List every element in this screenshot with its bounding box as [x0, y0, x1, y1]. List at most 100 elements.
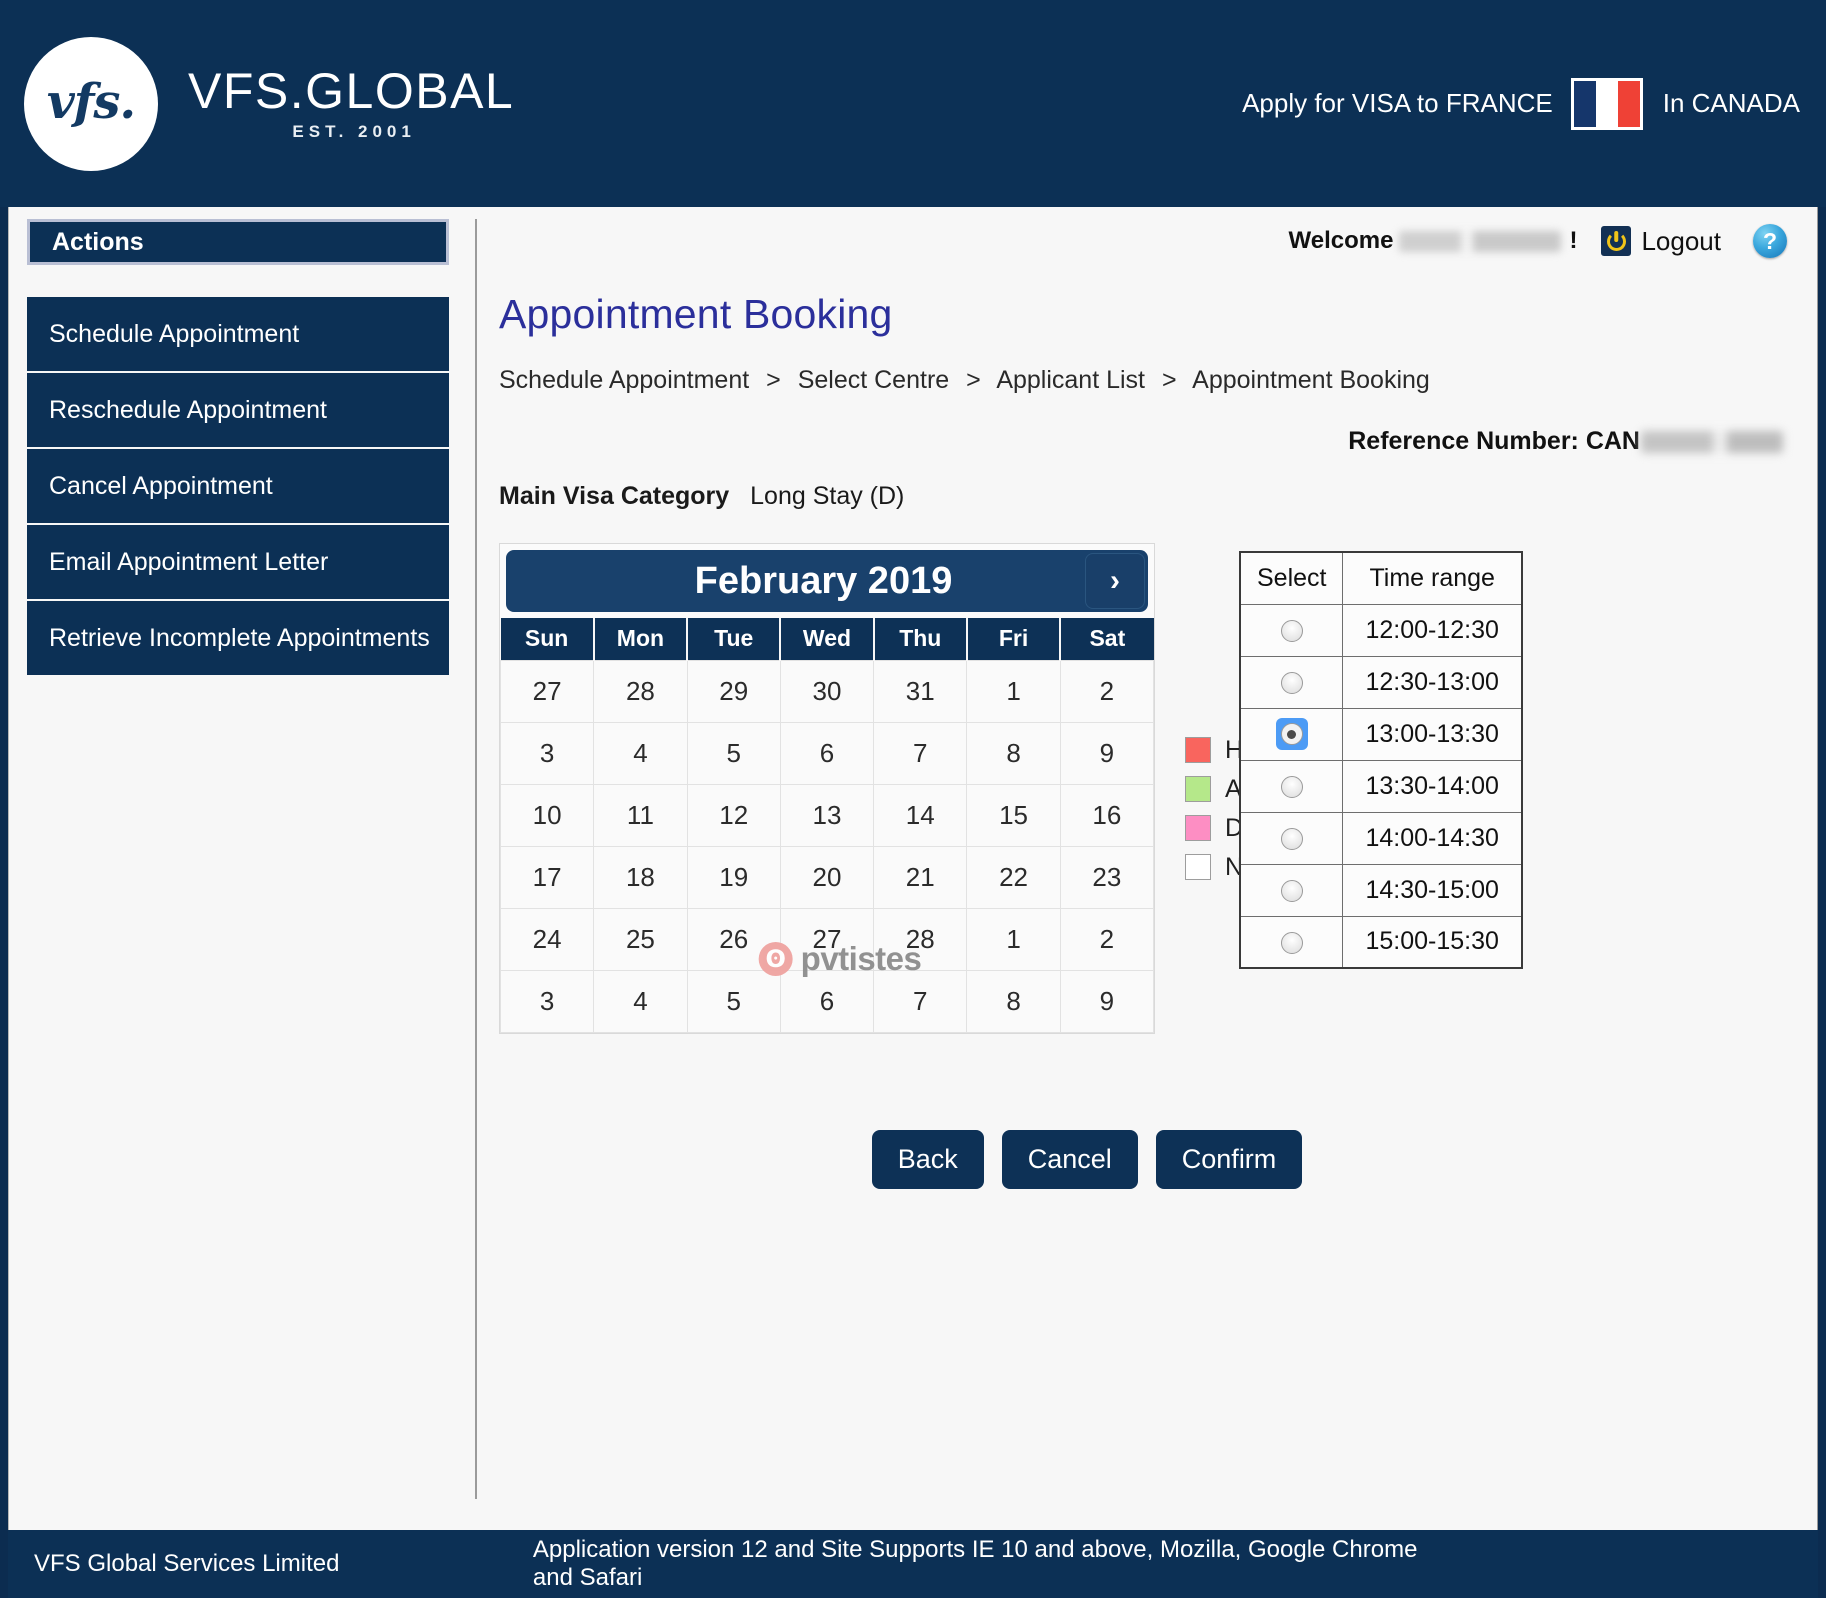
- calendar-day-cell[interactable]: 26: [686, 907, 781, 971]
- calendar-day-cell: 3: [499, 721, 595, 785]
- calendar-month-title: February 2019: [694, 559, 953, 602]
- time-radio-selected[interactable]: [1275, 718, 1308, 750]
- calendar-day-cell[interactable]: 20: [779, 845, 875, 909]
- footer-company: VFS Global Services Limited: [34, 1550, 340, 1577]
- time-range-select-cell[interactable]: [1239, 915, 1344, 969]
- time-range-select-cell[interactable]: [1239, 603, 1344, 657]
- sidebar-nav: Schedule Appointment Reschedule Appointm…: [27, 297, 449, 677]
- calendar-week-row: 17 18 19 20 21 22 23: [499, 845, 1155, 909]
- calendar-day-cell: 15: [966, 783, 1061, 847]
- calendar-day-cell[interactable]: 27: [779, 907, 875, 971]
- time-range-select-cell[interactable]: [1239, 759, 1344, 813]
- footer-version-note: Application version 12 and Site Supports…: [532, 1536, 1418, 1591]
- calendar-day-cell[interactable]: 22: [966, 845, 1061, 909]
- sidebar-item-reschedule-appointment[interactable]: Reschedule Appointment: [27, 373, 449, 449]
- brand-wordmark: VFS.GLOBAL EST. 2001: [188, 65, 514, 142]
- sidebar-header: Actions: [27, 219, 449, 265]
- time-range-table: Select Time range 12:00-12:30 12:30-13:00…: [1239, 551, 1523, 969]
- visa-category-label: Main Visa Category: [499, 482, 730, 510]
- legend-swatch-available: [1185, 776, 1211, 802]
- time-radio[interactable]: [1280, 879, 1303, 902]
- calendar-day-cell: 14: [873, 783, 968, 847]
- time-range-select-cell[interactable]: [1239, 655, 1344, 709]
- time-radio[interactable]: [1280, 619, 1303, 642]
- france-flag-icon: [1570, 77, 1643, 130]
- calendar-week-row: 10 11 12 13 14 15 16: [499, 783, 1155, 847]
- cancel-button[interactable]: Cancel: [1001, 1129, 1138, 1189]
- form-actions: Back Cancel Confirm: [369, 1129, 1805, 1189]
- apply-for-visa-text: Apply for VISA to FRANCE: [1242, 88, 1553, 118]
- sidebar: Actions Schedule Appointment Reschedule …: [27, 219, 449, 677]
- time-table-header-time-range: Time range: [1342, 551, 1523, 605]
- calendar-day-cell: 24: [499, 907, 595, 971]
- calendar-day-cell: 3: [499, 969, 595, 1033]
- breadcrumb-item-0[interactable]: Schedule Appointment: [499, 366, 749, 394]
- brand-header: vfs. VFS.GLOBAL EST. 2001 Apply for VISA…: [0, 0, 1826, 207]
- calendar-day-cell[interactable]: 25: [593, 907, 688, 971]
- time-radio[interactable]: [1280, 827, 1303, 850]
- time-radio[interactable]: [1280, 775, 1303, 798]
- time-table-header-row: Select Time range: [1239, 551, 1523, 605]
- weekday-mon: Mon: [593, 618, 689, 660]
- breadcrumb-item-2[interactable]: Applicant List: [996, 366, 1145, 394]
- calendar-day-cell: 8: [966, 969, 1061, 1033]
- time-range-label: 12:30-13:00: [1342, 655, 1523, 709]
- calendar-day-cell: 2: [1059, 659, 1155, 723]
- calendar-and-legend: February 2019 › Sun Mon Tue Wed Thu Fri …: [499, 543, 1805, 1034]
- vfs-logo-text: vfs.: [46, 73, 136, 130]
- time-range-row: 14:00-14:30: [1239, 811, 1523, 865]
- calendar-weekday-row: Sun Mon Tue Wed Thu Fri Sat: [500, 618, 1154, 660]
- calendar-day-cell: 29: [686, 659, 781, 723]
- time-range-row: 13:30-14:00: [1239, 759, 1523, 813]
- calendar-day-cell: 4: [593, 969, 688, 1033]
- calendar-day-cell: 9: [1059, 969, 1155, 1033]
- time-range-select-cell[interactable]: [1239, 811, 1344, 865]
- calendar-day-cell: 18: [593, 845, 688, 909]
- calendar-day-cell[interactable]: 21: [873, 845, 968, 909]
- time-table-body: 12:00-12:30 12:30-13:00 13:00-13:30 13:30-1…: [1239, 603, 1523, 969]
- main-content: Appointment Booking Schedule Appointment…: [475, 219, 1805, 1499]
- sidebar-item-schedule-appointment[interactable]: Schedule Appointment: [27, 297, 449, 373]
- breadcrumb: Schedule Appointment > Select Centre > A…: [499, 366, 1805, 395]
- time-range-select-cell[interactable]: [1239, 863, 1344, 917]
- calendar-day-cell: 2: [1059, 907, 1155, 971]
- legend-swatch-holidays: [1185, 737, 1211, 763]
- visa-category-row: Main Visa Category Long Stay (D): [499, 482, 1805, 511]
- weekday-fri: Fri: [966, 618, 1062, 660]
- in-country-text: In CANADA: [1662, 88, 1800, 118]
- calendar-day-cell: 7: [873, 969, 968, 1033]
- visa-context: Apply for VISA to FRANCE In CANADA: [1242, 77, 1800, 130]
- calendar-day-cell: 23: [1059, 845, 1155, 909]
- calendar-day-cell: 8: [966, 721, 1061, 785]
- breadcrumb-item-1[interactable]: Select Centre: [798, 366, 949, 394]
- calendar-day-cell[interactable]: 28: [873, 907, 968, 971]
- time-range-row: 14:30-15:00: [1239, 863, 1523, 917]
- sidebar-item-cancel-appointment[interactable]: Cancel Appointment: [27, 449, 449, 525]
- time-range-row: 12:30-13:00: [1239, 655, 1523, 709]
- back-button[interactable]: Back: [871, 1129, 984, 1189]
- weekday-tue: Tue: [687, 618, 782, 660]
- chevron-right-icon[interactable]: ›: [1085, 553, 1145, 609]
- calendar-day-cell: 11: [593, 783, 688, 847]
- confirm-button[interactable]: Confirm: [1155, 1129, 1303, 1189]
- time-range-select-cell[interactable]: [1239, 707, 1344, 761]
- calendar-day-cell: 6: [779, 969, 875, 1033]
- calendar-week-row: 3456789: [499, 969, 1155, 1033]
- reference-number-redacted: [1641, 431, 1783, 454]
- time-range-label: 14:00-14:30: [1342, 811, 1523, 865]
- sidebar-item-email-appointment-letter[interactable]: Email Appointment Letter: [27, 525, 449, 601]
- calendar-day-cell: 19: [686, 845, 781, 909]
- calendar-grid: Sun Mon Tue Wed Thu Fri Sat 27 28 29 30 31 1 2…: [499, 618, 1155, 1033]
- brand-name: VFS.GLOBAL: [188, 63, 515, 120]
- time-radio[interactable]: [1280, 671, 1303, 694]
- time-range-label: 13:30-14:00: [1342, 759, 1523, 813]
- vfs-logo-icon: vfs.: [24, 36, 158, 171]
- weekday-thu: Thu: [873, 618, 968, 660]
- calendar-day-cell: 10: [499, 783, 595, 847]
- calendar-day-cell: 5: [686, 721, 781, 785]
- calendar-week-row: 3456789: [499, 721, 1155, 785]
- time-radio[interactable]: [1280, 931, 1303, 954]
- legend-swatch-not-available: [1185, 854, 1211, 880]
- sidebar-item-retrieve-incomplete-appointments[interactable]: Retrieve Incomplete Appointments: [27, 601, 449, 677]
- calendar-day-cell: 28: [593, 659, 688, 723]
